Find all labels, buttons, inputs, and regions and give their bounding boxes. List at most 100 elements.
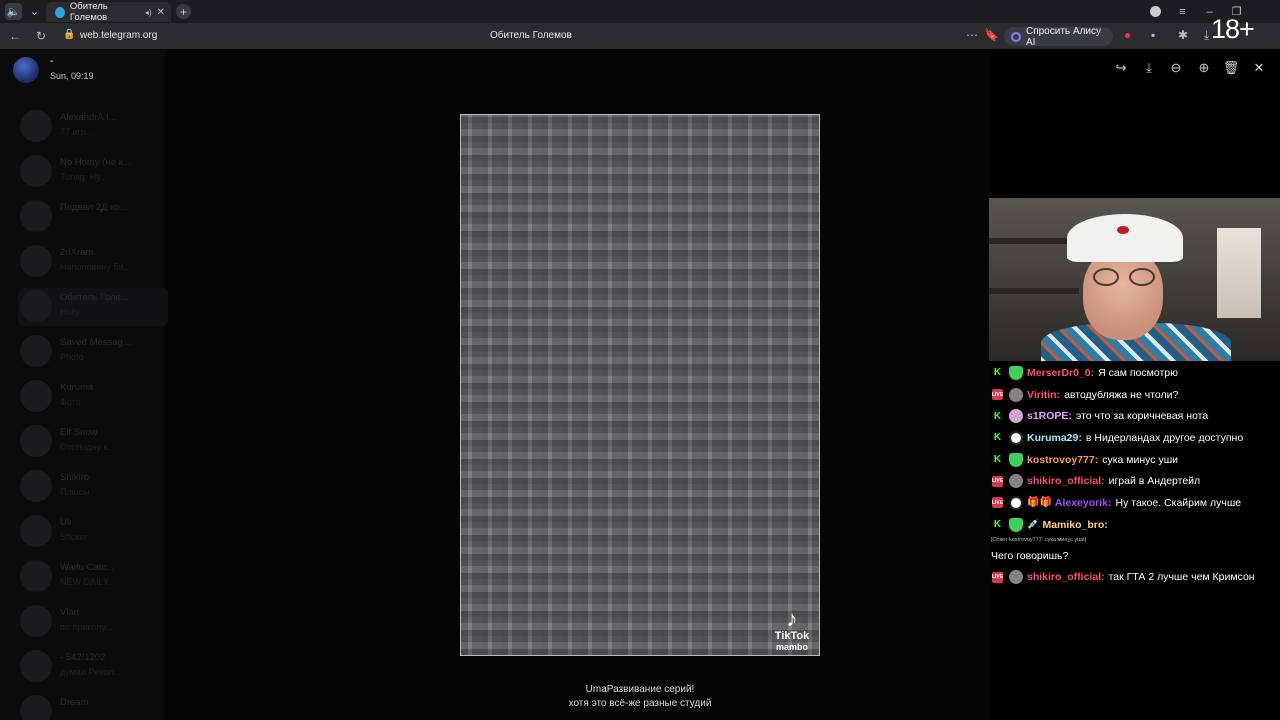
list-item[interactable]: AlexandrA I... 77 игр... [18,108,168,146]
avatar-badge-icon [1009,387,1023,402]
avatar [20,695,52,720]
zoom-in-icon[interactable]: ⊕ [1196,60,1212,76]
chat-text: автодубляжа не чтоли? [1064,388,1179,401]
chat-preview: по приколу... [60,622,113,632]
sender-avatar[interactable] [13,57,39,83]
menu-icon[interactable]: ≡ [1174,3,1191,20]
list-item[interactable]: Vlad по приколу... [18,603,168,641]
list-item[interactable]: Подвал 2Д ко... [18,198,168,236]
chat-preview: Photo [60,352,84,362]
list-item[interactable]: 2dXram Наполовину би... [18,243,168,281]
avatar-badge-icon [1009,495,1023,510]
kick-icon: K [992,454,1003,466]
reply-text: Чего говоришь? [991,549,1069,562]
new-tab-button[interactable]: + [176,4,191,19]
avatar [20,245,52,277]
chat-name: Shikiro [60,472,90,483]
kick-icon: K [992,410,1003,422]
chat-name: Saved Messag... [60,337,131,348]
chat-nick: Viritin: [1027,388,1061,401]
chat-name: Elf Snow [60,427,98,438]
chat-nick: Kuruma29: [1027,431,1082,444]
chat-name: - 542/1202 [60,652,106,663]
chevron-down-icon[interactable]: ⌄ [26,3,43,20]
extension2-icon[interactable]: ▪ [1151,28,1155,42]
chat-text: Ну такое. Скайрим лучше [1115,496,1242,509]
list-item[interactable]: Shikiro Плюсы [18,468,168,506]
list-item[interactable]: Saved Messag... Photo [18,333,168,371]
url-field[interactable]: web.telegram.org [80,30,157,41]
close-icon[interactable]: ✕ [1251,60,1267,76]
reply-reference: [Ответ kostrovoy777: сука минус уши] [991,536,1087,543]
kick-icon: K [992,367,1003,379]
tiktok-icon: ♪ [786,606,798,631]
chat-preview: Отстыдну к... [60,442,115,452]
avatar [20,470,52,502]
bookmark-icon[interactable]: 🔖 [984,28,999,42]
chat-preview: Sticker [60,532,88,542]
tiktok-watermark: ♪ TikTok mambo [770,606,814,653]
puzzle-icon[interactable]: ✱ [1178,28,1188,42]
more-icon[interactable]: ⋯ [966,28,978,42]
age-rating: 18+ [1211,14,1255,44]
alisa-button[interactable]: Спросить Алису AI [1004,26,1113,48]
sender-name[interactable]: - [50,56,53,67]
download-icon[interactable]: ⤓ [1141,60,1157,76]
chat-message: K 💉 Mamiko_bro: [989,514,1280,536]
chat-name: Uli [60,517,72,528]
list-item[interactable]: - 542/1202 думал Рекол... [18,648,168,686]
tab-telegram[interactable]: Обитель Големов ◂) ✕ [46,1,171,23]
list-item[interactable]: Dream [18,693,168,720]
tiktok-brand: TikTok [774,630,810,642]
video-player[interactable]: ♪ TikTok mambo [460,114,820,656]
chat-nick: kostrovoy777: [1027,453,1099,466]
list-item[interactable]: Waifu Catc... NEW DAILY... [18,558,168,596]
chat-message: LIVE shikiro_official: так ГТА 2 лучше ч… [989,567,1280,589]
chat-message: K kostrovoy777: сука минус уши [989,449,1280,471]
chat-message: K Kuruma29: в Нидерландах другое доступн… [989,427,1280,449]
avatar [20,200,52,232]
tiktok-username: mambo [775,642,808,652]
page-title: Обитель Големов [490,30,572,41]
alisa-icon [1011,31,1021,42]
list-item[interactable]: Uli Sticker [18,513,168,551]
list-item[interactable]: Elf Snow Отстыдну к... [18,423,168,461]
zoom-out-icon[interactable]: ⊖ [1168,60,1184,76]
kick-icon: K [992,432,1003,444]
extension-icon[interactable]: ● [1124,28,1131,42]
chat-name: No Homy (не к... [60,157,131,168]
close-icon[interactable]: ✕ [157,7,165,18]
chat-nick: shikiro_official: [1027,475,1105,488]
vk-live-icon: LIVE [992,389,1003,401]
chat-preview: Наполовину би... [60,262,132,272]
caption-line: UmaРазвивание серий! [585,684,695,695]
media-caption: UmaРазвивание серий! хотя это всё-же раз… [440,683,840,711]
list-item[interactable]: No Homy (не к... Turvig: Ну... [18,153,168,191]
chat-preview: Holly [60,307,81,317]
poster [1217,228,1261,318]
avatar [20,560,52,592]
list-item[interactable]: Kuruma Фото [18,378,168,416]
lock-icon[interactable]: 🔒 [63,29,75,40]
chat-preview: Плюсы [60,487,90,497]
forward-icon[interactable]: ↪ [1113,60,1129,76]
delete-icon[interactable]: 🗑 [1223,60,1240,76]
list-item[interactable]: Обитель Голе... Holly [18,288,168,326]
gift-badge-icon: 🎁🎁 [1027,497,1052,509]
reload-icon[interactable]: ↻ [36,29,46,43]
download-icon[interactable]: ⤓ [1204,28,1209,43]
avatar [20,425,52,457]
chat-name: Waifu Catc... [60,562,115,573]
avatar [20,335,52,367]
chat-message: LIVE Viritin: автодубляжа не чтоли? [989,384,1280,406]
chat-name: Kuruma [60,382,94,393]
avatar [20,155,52,187]
vk-live-icon: LIVE [992,571,1003,583]
speaker-icon[interactable]: 🔈 [5,3,22,20]
syringe-badge-icon: 💉 [1027,519,1040,531]
profile-icon[interactable] [1147,3,1164,20]
telegram-icon [55,6,65,18]
stream-chat: K MerserDr0_0: Я сам посмотрю LIVE Virit… [989,362,1280,588]
back-icon[interactable]: ← [9,29,21,43]
tab-audio-icon[interactable]: ◂) [145,8,152,17]
